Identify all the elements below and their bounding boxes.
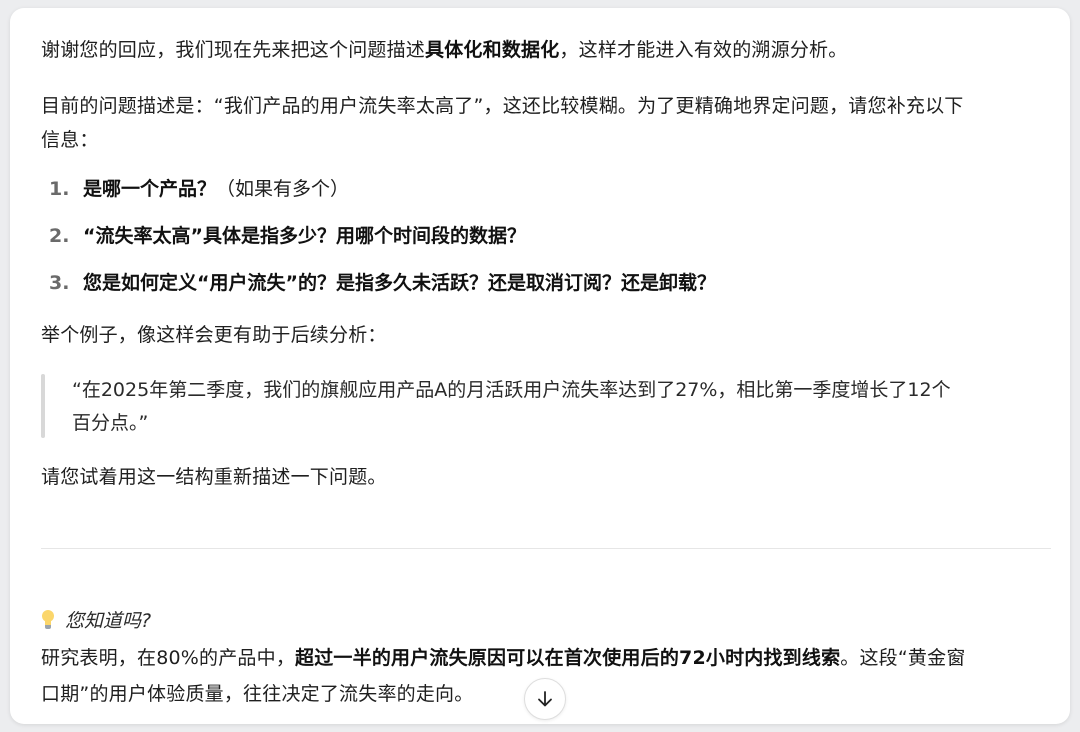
arrow-down-icon [538,691,552,707]
tip-text-post: 。这段“黄金窗 [840,647,966,669]
list-item: 3. 您是如何定义“用户流失”的？是指多久未活跃？还是取消订阅？还是卸载？ [49,267,716,300]
blockquote-bar [41,374,45,438]
problem-paragraph-line-2: 信息： [41,129,99,151]
lightbulb-icon [41,610,55,630]
list-item-bold: 是哪一个产品？ [83,178,217,200]
chat-message-card: 谢谢您的回应，我们现在先来把这个问题描述具体化和数据化，这样才能进入有效的溯源分… [10,8,1070,724]
tip-text-bold: 超过一半的用户流失原因可以在首次使用后的72小时内找到线索 [295,647,841,669]
list-item-bold: “流失率太高”具体是指多少？用哪个时间段的数据？ [83,225,526,247]
intro-text-bold: 具体化和数据化 [425,39,560,61]
list-item: 2. “流失率太高”具体是指多少？用哪个时间段的数据？ [49,220,526,253]
intro-text-post: ，这样才能进入有效的溯源分析。 [559,39,848,61]
problem-paragraph-line-1: 目前的问题描述是：“我们产品的用户流失率太高了”，这还比较模糊。为了更精确地界定… [41,95,964,117]
closing-paragraph: 请您试着用这一结构重新描述一下问题。 [41,466,387,488]
intro-paragraph: 谢谢您的回应，我们现在先来把这个问题描述具体化和数据化，这样才能进入有效的溯源分… [41,34,847,67]
tip-text-pre: 研究表明，在80%的产品中， [41,647,296,669]
blockquote-line-2: 百分点。” [72,412,149,434]
list-item-bold: 您是如何定义“用户流失”的？是指多久未活跃？还是取消订阅？还是卸载？ [83,272,716,294]
scroll-to-bottom-button[interactable] [524,678,566,720]
tip-heading-text: 您知道吗? [65,610,152,632]
tip-line-2: 口期”的用户体验质量，往往决定了流失率的走向。 [41,683,474,705]
tip-heading: 您知道吗? [41,605,151,638]
blockquote-line-1: “在2025年第二季度，我们的旗舰应用产品A的月活跃用户流失率达到了27%，相比… [72,379,951,401]
divider [41,548,1051,549]
example-intro: 举个例子，像这样会更有助于后续分析： [41,324,387,346]
list-item-number: 3. [49,272,70,294]
list-item-rest: （如果有多个） [216,178,350,200]
tip-line-1: 研究表明，在80%的产品中，超过一半的用户流失原因可以在首次使用后的72小时内找… [41,642,966,675]
list-item-number: 2. [49,225,70,247]
intro-text-pre: 谢谢您的回应，我们现在先来把这个问题描述 [41,39,426,61]
list-item-number: 1. [49,178,70,200]
list-item: 1. 是哪一个产品？（如果有多个） [49,173,349,206]
